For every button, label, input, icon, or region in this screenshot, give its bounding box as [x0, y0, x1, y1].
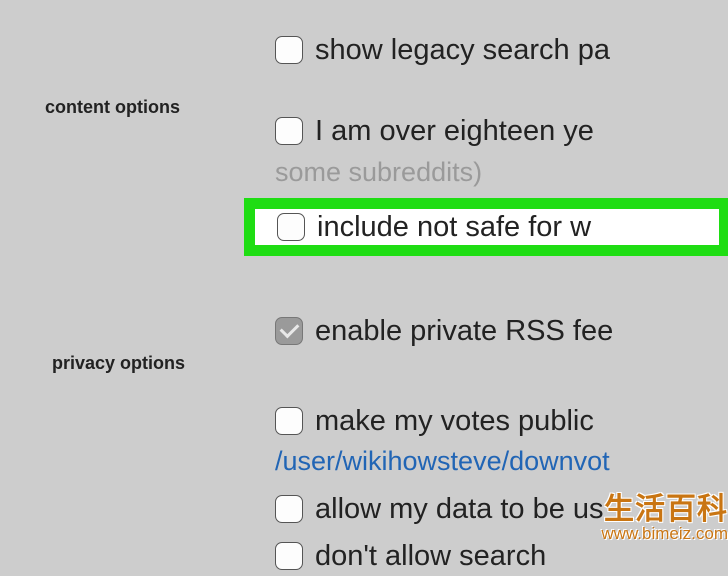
watermark-cn: 生活百科	[601, 484, 728, 528]
checkbox-votes-public[interactable]	[275, 407, 303, 435]
subtext-some-subreddits: some subreddits)	[275, 155, 728, 190]
option-text-include-nsfw: include not safe for w	[317, 207, 591, 248]
option-text-votes-public: make my votes public	[315, 401, 594, 442]
option-text-dont-allow-search: don't allow search	[315, 536, 546, 576]
user-downvoted-link[interactable]: /user/wikihowsteve/downvot	[275, 444, 728, 479]
content-options-label: content options	[45, 97, 180, 118]
watermark: 生活百科 www.bimeiz.com	[601, 484, 728, 544]
checkbox-include-nsfw[interactable]	[277, 213, 305, 241]
highlight-include-nsfw: include not safe for w	[244, 198, 728, 256]
option-row-over-eighteen: I am over eighteen ye	[275, 111, 728, 152]
checkbox-over-eighteen[interactable]	[275, 117, 303, 145]
option-text-legacy-search: show legacy search pa	[315, 30, 610, 71]
option-row-private-rss: enable private RSS fee	[275, 311, 728, 352]
privacy-options-label: privacy options	[52, 353, 185, 374]
checkbox-legacy-search[interactable]	[275, 36, 303, 64]
option-text-over-eighteen: I am over eighteen ye	[315, 111, 594, 152]
checkbox-private-rss[interactable]	[275, 317, 303, 345]
option-row-legacy-search: show legacy search pa	[275, 30, 728, 71]
option-row-votes-public: make my votes public	[275, 401, 728, 442]
watermark-url: www.bimeiz.com	[601, 524, 728, 544]
option-text-allow-data: allow my data to be us	[315, 489, 604, 530]
option-text-private-rss: enable private RSS fee	[315, 311, 613, 352]
checkbox-allow-data[interactable]	[275, 495, 303, 523]
